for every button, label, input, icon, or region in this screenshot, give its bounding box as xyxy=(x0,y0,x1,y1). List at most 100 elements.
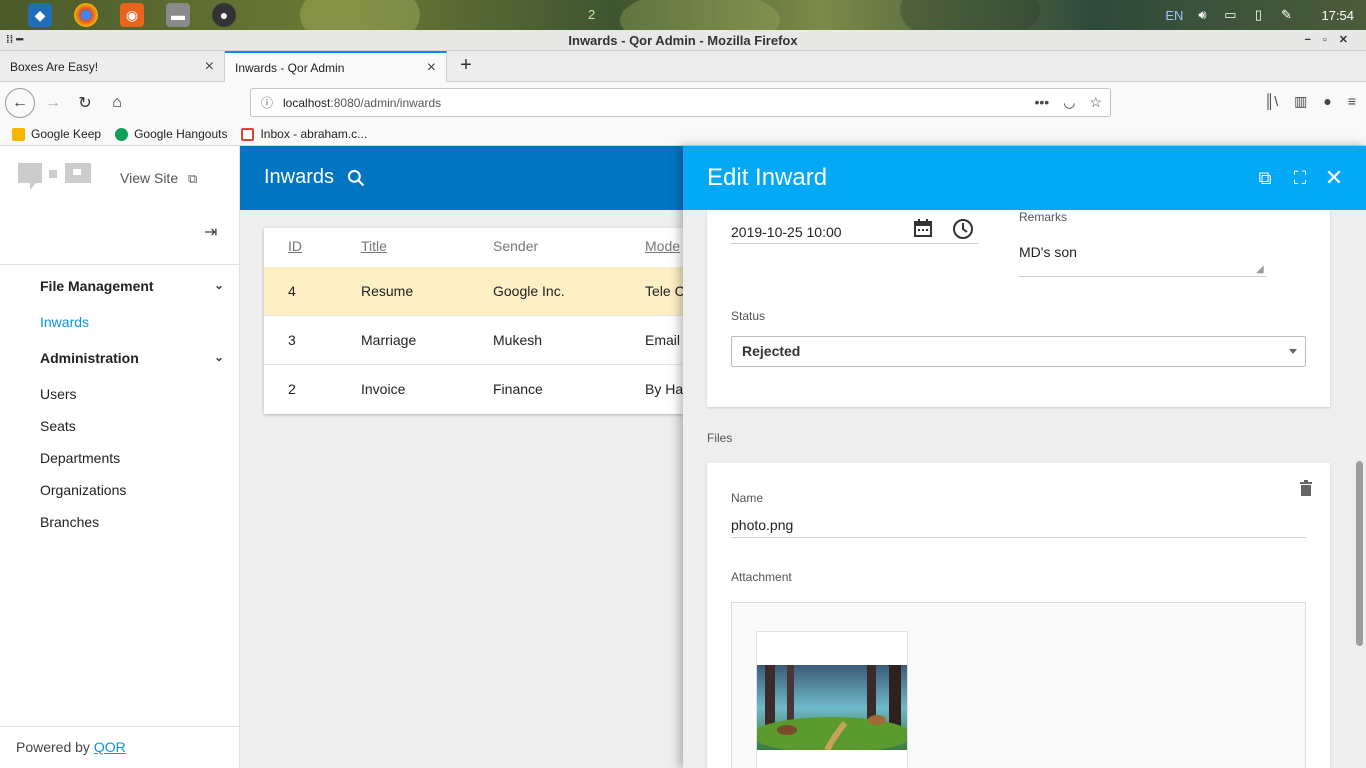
bookmark-google-keep[interactable]: Google Keep xyxy=(12,127,101,141)
keep-icon xyxy=(12,127,25,141)
attachment-label: Attachment xyxy=(731,570,792,584)
bookmark-inbox[interactable]: Inbox - abraham.c... xyxy=(241,127,367,141)
menu-group-administration[interactable]: Administration ⌄ xyxy=(40,350,230,366)
window-menu-icon[interactable]: ⁞⁞ ━ xyxy=(6,30,23,51)
qor-link[interactable]: QOR xyxy=(94,739,126,755)
cell-id: 3 xyxy=(288,332,296,348)
url-path: :8080/admin/inwards xyxy=(330,95,442,110)
close-tab-icon[interactable]: × xyxy=(427,59,436,77)
menu-group-file-management[interactable]: File Management ⌄ xyxy=(40,278,230,294)
column-header-id[interactable]: ID xyxy=(288,238,302,254)
tab-inwards[interactable]: Inwards - Qor Admin × xyxy=(225,51,447,83)
delete-icon[interactable] xyxy=(1299,480,1313,496)
bookmark-google-hangouts[interactable]: Google Hangouts xyxy=(115,127,227,141)
close-tab-icon[interactable]: × xyxy=(205,58,214,76)
new-tab-button[interactable]: + xyxy=(456,51,476,82)
url-host: localhost xyxy=(283,95,331,110)
tab-boxes-are-easy[interactable]: Boxes Are Easy! × xyxy=(0,51,225,82)
bookmark-star-icon[interactable]: ☆ xyxy=(1089,94,1102,111)
cell-sender: Mukesh xyxy=(493,332,543,348)
status-select[interactable]: Rejected xyxy=(731,336,1306,367)
calendar-icon[interactable] xyxy=(913,218,933,238)
sidebar-item-organizations[interactable]: Organizations xyxy=(40,482,126,498)
menu-group-label: Administration xyxy=(40,350,139,366)
bookmark-label: Inbox - abraham.c... xyxy=(260,127,368,141)
remarks-underline xyxy=(1019,276,1266,277)
camera-launcher-icon[interactable]: ● xyxy=(212,3,236,27)
file-card: Name photo.png Attachment xyxy=(707,463,1330,768)
files-launcher-icon[interactable]: ▬ xyxy=(166,3,190,27)
account-icon[interactable]: ● xyxy=(1323,93,1331,110)
sidebar-item-inwards[interactable]: Inwards xyxy=(40,314,89,330)
sidebar-item-branches[interactable]: Branches xyxy=(40,514,99,530)
open-in-new-icon[interactable]: ⧉ xyxy=(1255,168,1275,188)
library-icon[interactable]: ║\ xyxy=(1264,93,1278,110)
firefox-launcher-icon[interactable]: ◉ xyxy=(120,3,144,27)
view-site-label: View Site xyxy=(120,170,179,186)
powered-by-footer: Powered by QOR xyxy=(0,726,240,768)
window-controls[interactable]: −▫✕ xyxy=(1304,30,1360,51)
clock-icon[interactable] xyxy=(952,218,974,240)
logout-icon[interactable]: ⇥ xyxy=(204,222,226,244)
hamburger-menu-icon[interactable]: ≡ xyxy=(1348,93,1356,110)
search-icon[interactable] xyxy=(346,168,366,188)
sidebar-toggle-icon[interactable]: ▥ xyxy=(1294,93,1307,110)
view-site-link[interactable]: View Site ⧉ xyxy=(120,170,197,187)
column-header-title[interactable]: Title xyxy=(361,238,387,254)
resize-handle-icon[interactable]: ◢ xyxy=(1256,264,1264,275)
chrome-launcher-icon[interactable] xyxy=(74,3,98,27)
pocket-icon[interactable]: ◡ xyxy=(1063,94,1075,111)
column-header-mode[interactable]: Mode xyxy=(645,238,680,254)
file-name-label: Name xyxy=(731,491,764,505)
files-section-label: Files xyxy=(707,431,733,445)
tab-label: Boxes Are Easy! xyxy=(10,59,99,74)
file-name-input[interactable]: photo.png xyxy=(731,517,793,533)
chevron-down-icon[interactable]: ⌄ xyxy=(214,350,224,364)
forest-photo-image xyxy=(757,665,907,750)
edit-drawer: Edit Inward ⧉ ⛶ ✕ 2019-10-25 10:00 Remar… xyxy=(683,146,1366,768)
table-row[interactable]: 2 Invoice Finance By Ha xyxy=(264,365,724,414)
home-button[interactable]: ⌂ xyxy=(104,90,130,116)
column-header-sender: Sender xyxy=(493,238,539,254)
drawer-scrollbar[interactable] xyxy=(1356,461,1363,646)
cell-mode: Email xyxy=(645,332,681,348)
fullscreen-icon[interactable]: ⛶ xyxy=(1290,168,1310,188)
forward-button[interactable]: → xyxy=(40,90,66,116)
reload-button[interactable]: ↻ xyxy=(72,90,98,116)
close-icon[interactable]: ✕ xyxy=(1324,167,1344,189)
cell-title: Marriage xyxy=(361,332,417,348)
drawer-title: Edit Inward xyxy=(707,164,828,191)
clipboard-icon[interactable]: ▯ xyxy=(1249,7,1267,23)
language-indicator[interactable]: EN xyxy=(1165,8,1183,23)
admin-sidebar: View Site ⧉ ⇥ File Management ⌄ Inwards … xyxy=(0,146,240,768)
back-button[interactable]: ← xyxy=(5,88,35,118)
date-time-field[interactable]: 2019-10-25 10:00 xyxy=(731,224,842,240)
attachment-thumbnail[interactable] xyxy=(756,631,908,768)
open-external-icon: ⧉ xyxy=(188,171,198,186)
hangouts-icon xyxy=(115,127,129,141)
bookmark-label: Google Keep xyxy=(31,127,102,141)
pen-icon[interactable]: ✎ xyxy=(1277,7,1295,23)
window-title: Inwards - Qor Admin - Mozilla Firefox xyxy=(568,33,798,48)
sidebar-item-users[interactable]: Users xyxy=(40,386,77,402)
table-row[interactable]: 4 Resume Google Inc. Tele Ca xyxy=(264,267,724,316)
attachment-dropzone[interactable] xyxy=(731,602,1306,768)
sidebar-item-departments[interactable]: Departments xyxy=(40,450,120,466)
page-actions-icon[interactable]: ••• xyxy=(1035,94,1050,111)
date-field-underline xyxy=(731,243,978,244)
table-row[interactable]: 3 Marriage Mukesh Email xyxy=(264,316,724,365)
site-info-icon[interactable]: ⓘ xyxy=(261,94,273,111)
cell-mode: By Ha xyxy=(645,381,684,397)
remarks-textarea[interactable]: MD's son xyxy=(1019,244,1077,260)
vscode-launcher-icon[interactable]: ◆ xyxy=(28,3,52,27)
volume-icon[interactable]: 🔊︎ xyxy=(1193,7,1211,23)
system-tray: EN 🔊︎ ▭ ▯ ✎ 17:54 xyxy=(1165,0,1366,30)
sidebar-item-seats[interactable]: Seats xyxy=(40,418,76,434)
chevron-down-icon[interactable]: ⌄ xyxy=(214,278,224,292)
url-bar[interactable]: ⓘ localhost:8080/admin/inwards ••• ◡ ☆ xyxy=(250,88,1111,117)
qor-logo[interactable] xyxy=(18,160,92,190)
battery-icon[interactable]: ▭ xyxy=(1221,7,1239,23)
cell-sender: Google Inc. xyxy=(493,283,565,299)
sidebar-divider xyxy=(0,264,240,265)
bookmark-label: Google Hangouts xyxy=(134,127,228,141)
